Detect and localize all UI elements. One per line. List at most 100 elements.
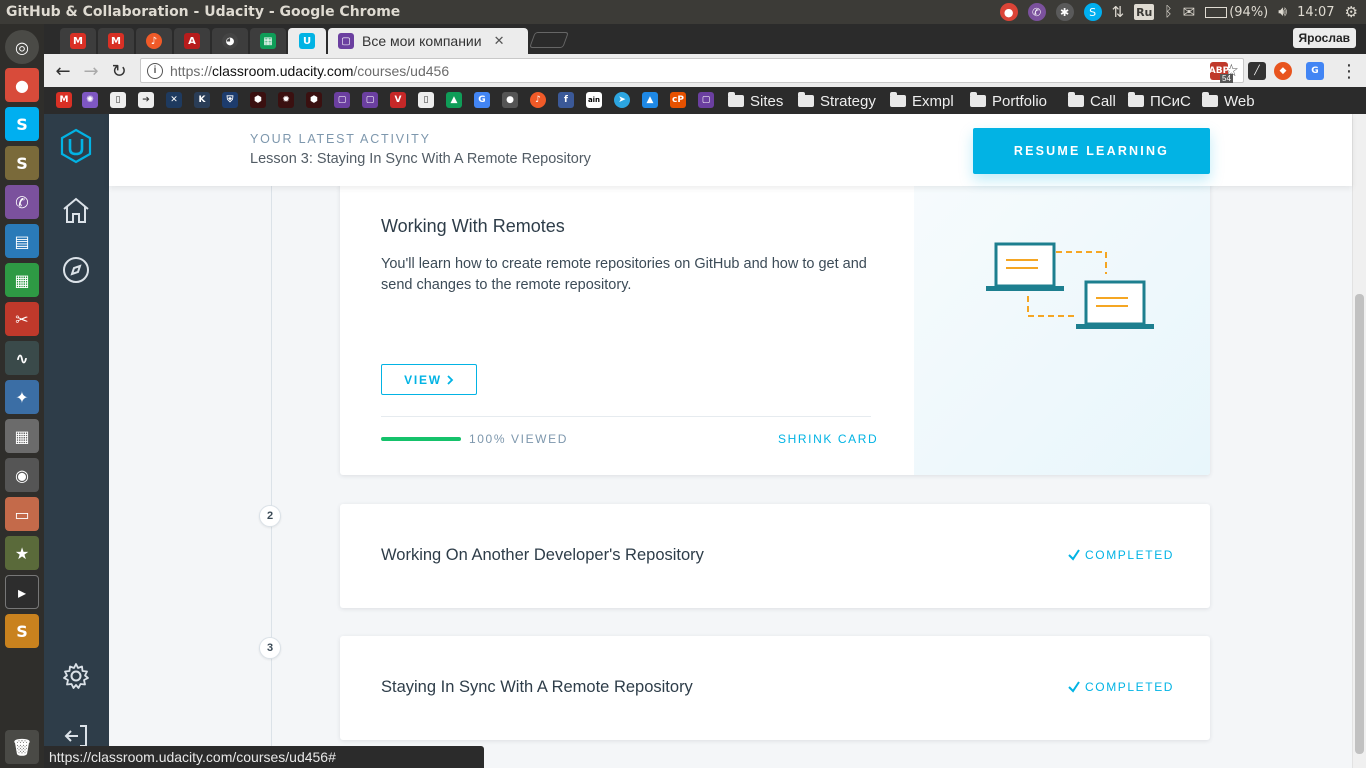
writer-launcher-icon[interactable]: ▤ <box>5 224 39 258</box>
card-divider <box>381 416 871 417</box>
lesson-illustration <box>914 154 1210 475</box>
lesson-card-collapsed[interactable]: Staying In Sync With A Remote Repository… <box>340 636 1210 740</box>
bookmark-folder-portfolio[interactable]: Portfolio <box>970 91 1047 111</box>
chrome-launcher-icon[interactable]: ● <box>5 68 39 102</box>
bookmark-arrow-icon[interactable]: ➔ <box>138 92 154 108</box>
lesson-card-collapsed[interactable]: Working On Another Developer's Repositor… <box>340 504 1210 608</box>
puzzle-tray-icon[interactable]: ✱ <box>1055 3 1074 21</box>
skype-launcher-icon[interactable]: S <box>5 107 39 141</box>
bookmark-cpanel-icon[interactable]: cP <box>670 92 686 108</box>
bookmark-page-icon[interactable]: ▯ <box>110 92 126 108</box>
tab-music[interactable]: ♪ <box>136 28 172 54</box>
sublime-launcher-icon[interactable]: S <box>5 614 39 648</box>
bookmark-square-icon-1[interactable]: ▢ <box>334 92 350 108</box>
companies-icon: ▢ <box>338 33 354 49</box>
tab-gmail-2[interactable]: M <box>98 28 134 54</box>
bookmark-square-icon-3[interactable]: ▢ <box>698 92 714 108</box>
calc-launcher-icon[interactable]: ▦ <box>5 263 39 297</box>
bookmark-colorwheel-icon[interactable]: ✺ <box>82 92 98 108</box>
bookmark-hex-icon-2[interactable]: ⬢ <box>306 92 322 108</box>
lesson-title: Working With Remotes <box>381 216 565 236</box>
battery-indicator[interactable]: (94%) <box>1205 5 1268 20</box>
settings-gear-icon[interactable]: ⚙ <box>1345 3 1358 21</box>
bookmark-folder-strategy[interactable]: Strategy <box>798 91 876 111</box>
viber-tray-icon[interactable]: ✆ <box>1027 3 1046 21</box>
star-launcher-icon[interactable]: ★ <box>5 536 39 570</box>
bookmark-square-icon-2[interactable]: ▢ <box>362 92 378 108</box>
bookmark-vivaldi-icon[interactable]: V <box>390 92 406 108</box>
files-launcher-icon[interactable]: ▭ <box>5 497 39 531</box>
volume-icon[interactable]: 🔊︎ <box>1278 4 1287 20</box>
bookmark-folder-call[interactable]: Call <box>1068 91 1116 111</box>
bookmark-drive-icon[interactable]: ▲ <box>446 92 462 108</box>
lesson-description: You'll learn how to create remote reposi… <box>381 256 867 293</box>
bookmark-music-icon[interactable]: ♪ <box>530 92 546 108</box>
bookmark-k-icon[interactable]: K <box>194 92 210 108</box>
bookmark-folder-sites[interactable]: Sites <box>728 91 783 111</box>
bookmark-folder-web[interactable]: Web <box>1202 91 1255 111</box>
profile-button[interactable]: Ярослав <box>1292 28 1356 48</box>
dash-launcher-icon[interactable]: ◎ <box>5 30 39 64</box>
bookmark-facebook-icon[interactable]: f <box>558 92 574 108</box>
resume-learning-button[interactable]: RESUME LEARNING <box>973 128 1210 174</box>
page-scrollbar[interactable] <box>1352 114 1366 768</box>
tab-github[interactable]: ◕ <box>212 28 248 54</box>
chrome-tray-icon[interactable]: ● <box>999 3 1018 21</box>
picker-extension-icon[interactable]: ╱ <box>1248 62 1266 80</box>
view-lesson-button[interactable]: VIEW <box>381 364 477 395</box>
github-icon: ◕ <box>222 33 238 49</box>
calculator-launcher-icon[interactable]: ▦ <box>5 419 39 453</box>
tab-gmail-1[interactable]: M <box>60 28 96 54</box>
bookmark-translate-icon[interactable]: G <box>474 92 490 108</box>
terminal-launcher-icon[interactable]: ▸ <box>5 575 39 609</box>
bookmark-x-icon[interactable]: ✕ <box>166 92 182 108</box>
clock[interactable]: 14:07 <box>1297 5 1334 20</box>
folder-icon <box>890 92 906 107</box>
bookmark-apple-icon[interactable]: ● <box>502 92 518 108</box>
mail-icon[interactable]: ✉ <box>1183 3 1196 21</box>
address-bar[interactable]: i https://classroom.udacity.com/courses/… <box>140 58 1244 83</box>
bookmark-doc-icon[interactable]: ▯ <box>418 92 434 108</box>
bookmark-gmail-icon[interactable]: M <box>56 92 72 108</box>
tools-launcher-icon[interactable]: ✂ <box>5 302 39 336</box>
disk-launcher-icon[interactable]: ◉ <box>5 458 39 492</box>
scrollbar-thumb[interactable] <box>1355 294 1364 754</box>
trash-launcher-icon[interactable]: 🗑︎ <box>5 730 39 764</box>
new-tab-button[interactable] <box>529 32 569 48</box>
tab-udacity[interactable]: U <box>288 28 326 54</box>
fire-extension-icon[interactable]: ◆ <box>1274 62 1292 80</box>
tab-companies[interactable]: ▢ Все мои компании ✕ <box>328 28 528 54</box>
home-icon[interactable] <box>58 192 94 228</box>
explore-compass-icon[interactable] <box>58 252 94 288</box>
settings-icon[interactable] <box>58 658 94 694</box>
tab-acrobat[interactable]: A <box>174 28 210 54</box>
bookmark-folder-psis[interactable]: ПСиС <box>1128 91 1191 111</box>
latest-activity-lesson[interactable]: Lesson 3: Staying In Sync With A Remote … <box>250 151 591 167</box>
tab-sheets[interactable]: ▦ <box>250 28 286 54</box>
bookmark-hex-icon-1[interactable]: ⬢ <box>250 92 266 108</box>
sheets-icon: ▦ <box>260 33 276 49</box>
bookmark-ain-icon[interactable]: ain <box>586 92 602 108</box>
system-monitor-launcher-icon[interactable]: ∿ <box>5 341 39 375</box>
skype-tray-icon[interactable]: S <box>1083 3 1102 21</box>
tab-close-icon[interactable]: ✕ <box>494 34 505 49</box>
site-info-icon[interactable]: i <box>147 62 163 79</box>
back-button[interactable]: ← <box>52 60 74 82</box>
bookmark-folder-exmpl[interactable]: Exmpl <box>890 91 954 111</box>
bookmark-shield-icon[interactable]: ⛨ <box>222 92 238 108</box>
translate-extension-icon[interactable]: G <box>1306 62 1324 80</box>
shrink-card-link[interactable]: SHRINK CARD <box>778 432 878 446</box>
keyboard-layout-indicator[interactable]: Ru <box>1134 4 1155 20</box>
bookmark-gear-icon[interactable]: ✹ <box>278 92 294 108</box>
reload-button[interactable]: ↻ <box>108 60 130 82</box>
forward-button[interactable]: → <box>80 60 102 82</box>
bluetooth-icon[interactable]: ᛒ <box>1164 4 1172 20</box>
viber-launcher-icon[interactable]: ✆ <box>5 185 39 219</box>
bookmark-adwords-icon[interactable]: ▲ <box>642 92 658 108</box>
network-icon[interactable]: ⇅ <box>1112 3 1125 21</box>
udacity-logo-icon[interactable] <box>58 128 94 164</box>
chrome-menu-icon[interactable]: ⋮ <box>1338 60 1360 82</box>
slack-launcher-icon[interactable]: S <box>5 146 39 180</box>
bookmark-telegram-icon[interactable]: ➤ <box>614 92 630 108</box>
bird-launcher-icon[interactable]: ✦ <box>5 380 39 414</box>
